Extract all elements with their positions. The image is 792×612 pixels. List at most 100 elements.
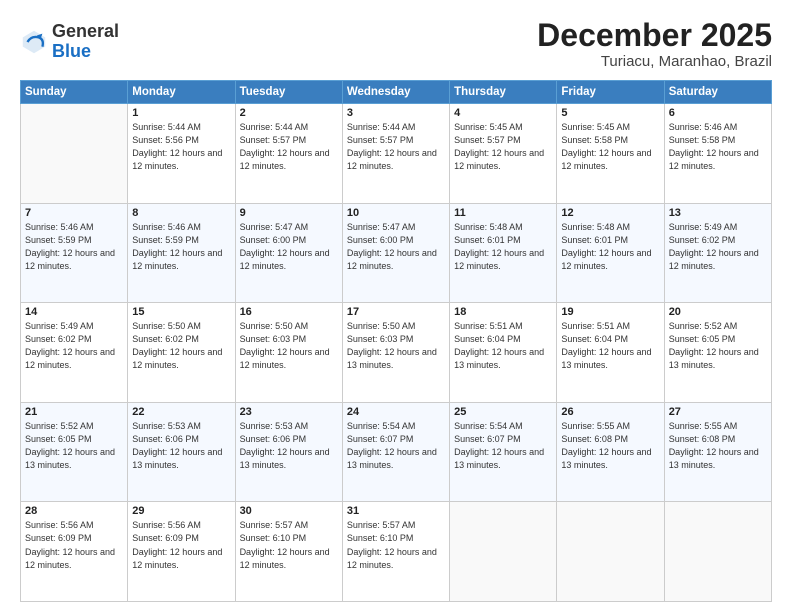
logo-general-text: General — [52, 21, 119, 41]
day-number: 16 — [240, 306, 338, 318]
day-info: Sunrise: 5:47 AMSunset: 6:00 PMDaylight:… — [347, 221, 445, 273]
calendar-cell: 29 Sunrise: 5:56 AMSunset: 6:09 PMDayligh… — [128, 502, 235, 602]
calendar-cell: 16 Sunrise: 5:50 AMSunset: 6:03 PMDayligh… — [235, 303, 342, 403]
day-info: Sunrise: 5:54 AMSunset: 6:07 PMDaylight:… — [347, 420, 445, 472]
calendar-cell: 30Sunrise: 5:57 AMSunset: 6:10 PMDayligh… — [235, 502, 342, 602]
calendar-cell: 28Sunrise: 5:56 AMSunset: 6:09 PMDayligh… — [21, 502, 128, 602]
day-info: Sunrise: 5:55 AMSunset: 6:08 PMDaylight:… — [669, 420, 767, 472]
day-number: 17 — [347, 306, 445, 318]
calendar-cell: 22Sunrise: 5:53 AMSunset: 6:06 PMDayligh… — [128, 402, 235, 502]
day-info: Sunrise: 5:45 AMSunset: 5:58 PMDaylight:… — [561, 121, 659, 173]
day-info: Sunrise: 5:54 AMSunset: 6:07 PMDaylight:… — [454, 420, 552, 472]
day-number: 6 — [669, 107, 767, 119]
calendar-header-sunday: Sunday — [21, 81, 128, 104]
page: General Blue December 2025 Turiacu, Mara… — [0, 0, 792, 612]
calendar-week-5: 28Sunrise: 5:56 AMSunset: 6:09 PMDayligh… — [21, 502, 772, 602]
header: General Blue December 2025 Turiacu, Mara… — [20, 18, 772, 70]
day-info: Sunrise: 5:55 AMSunset: 6:08 PMDaylight:… — [561, 420, 659, 472]
calendar-week-1: 1Sunrise: 5:44 AMSunset: 5:56 PMDaylight… — [21, 104, 772, 204]
calendar-header-friday: Friday — [557, 81, 664, 104]
calendar-cell: 15Sunrise: 5:50 AMSunset: 6:02 PMDayligh… — [128, 303, 235, 403]
day-info: Sunrise: 5:44 AMSunset: 5:57 PMDaylight:… — [240, 121, 338, 173]
day-number: 20 — [669, 306, 767, 318]
day-number: 18 — [454, 306, 552, 318]
calendar-header-tuesday: Tuesday — [235, 81, 342, 104]
day-info: Sunrise: 5:50 AMSunset: 6:03 PMDaylight:… — [240, 320, 338, 372]
calendar-cell: 26 Sunrise: 5:55 AMSunset: 6:08 PMDayligh… — [557, 402, 664, 502]
calendar-cell: 27 Sunrise: 5:55 AMSunset: 6:08 PMDayligh… — [664, 402, 771, 502]
day-number: 29 — [132, 505, 230, 517]
calendar-week-4: 21 Sunrise: 5:52 AMSunset: 6:05 PMDayligh… — [21, 402, 772, 502]
calendar-cell: 11Sunrise: 5:48 AMSunset: 6:01 PMDayligh… — [450, 203, 557, 303]
day-number: 21 — [25, 406, 123, 418]
calendar-cell: 4 Sunrise: 5:45 AMSunset: 5:57 PMDaylight… — [450, 104, 557, 204]
day-number: 14 — [25, 306, 123, 318]
day-info: Sunrise: 5:50 AMSunset: 6:02 PMDaylight:… — [132, 320, 230, 372]
calendar-header-saturday: Saturday — [664, 81, 771, 104]
calendar-cell — [21, 104, 128, 204]
calendar-table: SundayMondayTuesdayWednesdayThursdayFrid… — [20, 80, 772, 602]
calendar-cell: 19Sunrise: 5:51 AMSunset: 6:04 PMDayligh… — [557, 303, 664, 403]
day-info: Sunrise: 5:57 AMSunset: 6:10 PMDaylight:… — [347, 519, 445, 571]
day-info: Sunrise: 5:49 AMSunset: 6:02 PMDaylight:… — [669, 221, 767, 273]
day-info: Sunrise: 5:52 AMSunset: 6:05 PMDaylight:… — [25, 420, 123, 472]
calendar-cell: 5 Sunrise: 5:45 AMSunset: 5:58 PMDaylight… — [557, 104, 664, 204]
logo-icon — [20, 28, 48, 56]
day-info: Sunrise: 5:56 AMSunset: 6:09 PMDaylight:… — [25, 519, 123, 571]
day-info: Sunrise: 5:50 AMSunset: 6:03 PMDaylight:… — [347, 320, 445, 372]
main-title: December 2025 — [537, 18, 772, 53]
day-number: 11 — [454, 207, 552, 219]
calendar-cell: 9Sunrise: 5:47 AMSunset: 6:00 PMDaylight… — [235, 203, 342, 303]
calendar-cell: 23Sunrise: 5:53 AMSunset: 6:06 PMDayligh… — [235, 402, 342, 502]
day-info: Sunrise: 5:56 AMSunset: 6:09 PMDaylight:… — [132, 519, 230, 571]
calendar-cell: 14 Sunrise: 5:49 AMSunset: 6:02 PMDayligh… — [21, 303, 128, 403]
calendar-cell: 10 Sunrise: 5:47 AMSunset: 6:00 PMDayligh… — [342, 203, 449, 303]
calendar-cell: 13 Sunrise: 5:49 AMSunset: 6:02 PMDayligh… — [664, 203, 771, 303]
calendar-cell: 17 Sunrise: 5:50 AMSunset: 6:03 PMDayligh… — [342, 303, 449, 403]
day-info: Sunrise: 5:46 AMSunset: 5:59 PMDaylight:… — [132, 221, 230, 273]
day-info: Sunrise: 5:46 AMSunset: 5:58 PMDaylight:… — [669, 121, 767, 173]
day-number: 5 — [561, 107, 659, 119]
title-block: December 2025 Turiacu, Maranhao, Brazil — [537, 18, 772, 70]
day-info: Sunrise: 5:48 AMSunset: 6:01 PMDaylight:… — [561, 221, 659, 273]
day-number: 19 — [561, 306, 659, 318]
day-number: 24 — [347, 406, 445, 418]
calendar-week-2: 7 Sunrise: 5:46 AMSunset: 5:59 PMDaylight… — [21, 203, 772, 303]
day-number: 8 — [132, 207, 230, 219]
calendar-cell: 12 Sunrise: 5:48 AMSunset: 6:01 PMDayligh… — [557, 203, 664, 303]
calendar-cell: 6 Sunrise: 5:46 AMSunset: 5:58 PMDaylight… — [664, 104, 771, 204]
calendar-cell: 24 Sunrise: 5:54 AMSunset: 6:07 PMDayligh… — [342, 402, 449, 502]
day-number: 10 — [347, 207, 445, 219]
day-info: Sunrise: 5:44 AMSunset: 5:57 PMDaylight:… — [347, 121, 445, 173]
day-info: Sunrise: 5:46 AMSunset: 5:59 PMDaylight:… — [25, 221, 123, 273]
calendar-cell — [450, 502, 557, 602]
calendar-cell: 21 Sunrise: 5:52 AMSunset: 6:05 PMDayligh… — [21, 402, 128, 502]
day-info: Sunrise: 5:53 AMSunset: 6:06 PMDaylight:… — [132, 420, 230, 472]
calendar-cell — [664, 502, 771, 602]
calendar-header-row: SundayMondayTuesdayWednesdayThursdayFrid… — [21, 81, 772, 104]
day-number: 3 — [347, 107, 445, 119]
calendar-cell: 25 Sunrise: 5:54 AMSunset: 6:07 PMDayligh… — [450, 402, 557, 502]
day-number: 4 — [454, 107, 552, 119]
calendar-cell: 3 Sunrise: 5:44 AMSunset: 5:57 PMDaylight… — [342, 104, 449, 204]
logo: General Blue — [20, 22, 119, 62]
day-info: Sunrise: 5:47 AMSunset: 6:00 PMDaylight:… — [240, 221, 338, 273]
day-number: 12 — [561, 207, 659, 219]
day-number: 25 — [454, 406, 552, 418]
day-info: Sunrise: 5:45 AMSunset: 5:57 PMDaylight:… — [454, 121, 552, 173]
calendar-cell — [557, 502, 664, 602]
day-info: Sunrise: 5:52 AMSunset: 6:05 PMDaylight:… — [669, 320, 767, 372]
day-number: 27 — [669, 406, 767, 418]
day-number: 26 — [561, 406, 659, 418]
day-info: Sunrise: 5:51 AMSunset: 6:04 PMDaylight:… — [454, 320, 552, 372]
day-info: Sunrise: 5:49 AMSunset: 6:02 PMDaylight:… — [25, 320, 123, 372]
day-number: 13 — [669, 207, 767, 219]
calendar-week-3: 14 Sunrise: 5:49 AMSunset: 6:02 PMDayligh… — [21, 303, 772, 403]
calendar-cell: 1Sunrise: 5:44 AMSunset: 5:56 PMDaylight… — [128, 104, 235, 204]
calendar-header-thursday: Thursday — [450, 81, 557, 104]
day-number: 2 — [240, 107, 338, 119]
calendar-header-monday: Monday — [128, 81, 235, 104]
day-number: 7 — [25, 207, 123, 219]
day-info: Sunrise: 5:57 AMSunset: 6:10 PMDaylight:… — [240, 519, 338, 571]
calendar-cell: 20 Sunrise: 5:52 AMSunset: 6:05 PMDayligh… — [664, 303, 771, 403]
